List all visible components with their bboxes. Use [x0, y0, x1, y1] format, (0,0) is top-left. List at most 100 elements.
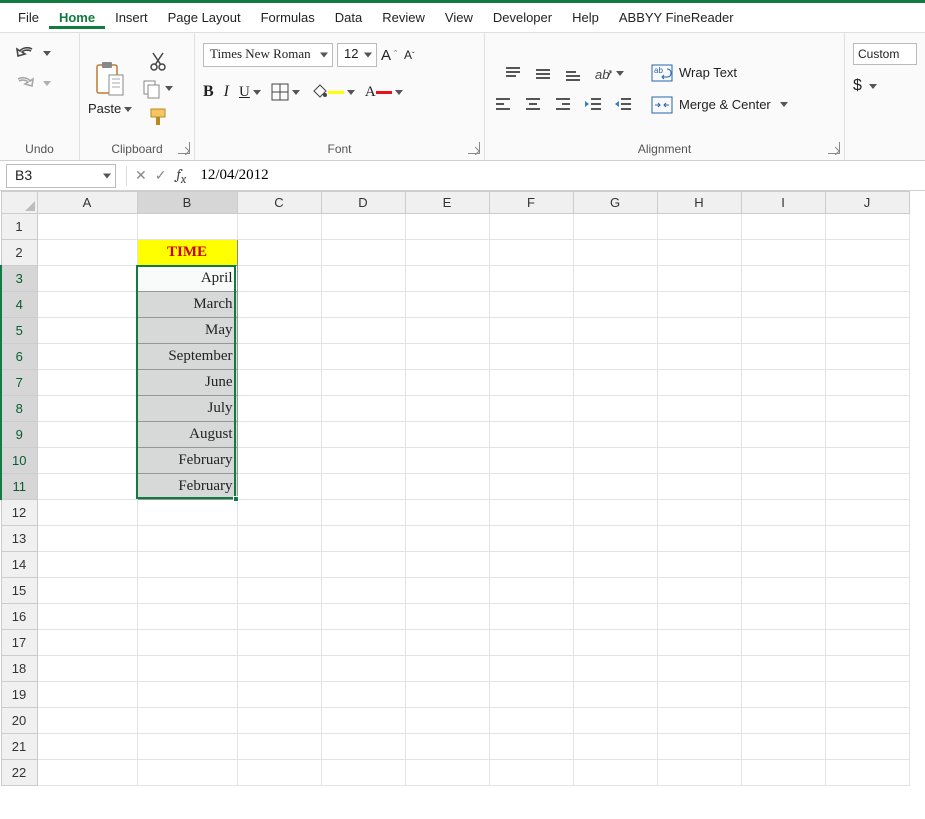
- format-painter-button[interactable]: [142, 107, 173, 127]
- tab-data[interactable]: Data: [325, 6, 372, 29]
- tab-developer[interactable]: Developer: [483, 6, 562, 29]
- paste-button[interactable]: Paste: [88, 61, 132, 116]
- align-left-button[interactable]: [493, 95, 513, 113]
- cell-B11[interactable]: February: [137, 474, 237, 500]
- formula-input[interactable]: [192, 165, 925, 186]
- tab-page-layout[interactable]: Page Layout: [158, 6, 251, 29]
- row-header-8[interactable]: 8: [1, 396, 37, 422]
- bold-button[interactable]: B: [203, 83, 214, 101]
- increase-indent-button[interactable]: [613, 96, 633, 112]
- cell-B10[interactable]: February: [137, 448, 237, 474]
- redo-button[interactable]: [14, 73, 51, 93]
- row-header-7[interactable]: 7: [1, 370, 37, 396]
- underline-button[interactable]: U: [239, 84, 261, 101]
- decrease-font-button[interactable]: Aˇ: [404, 48, 415, 62]
- tab-review[interactable]: Review: [372, 6, 435, 29]
- clipboard-dialog-launcher[interactable]: [178, 142, 190, 154]
- group-label-alignment: Alignment: [493, 138, 836, 158]
- decrease-indent-button[interactable]: [583, 96, 603, 112]
- row-header-13[interactable]: 13: [1, 526, 37, 552]
- fill-color-button[interactable]: [310, 83, 355, 101]
- tab-insert[interactable]: Insert: [105, 6, 158, 29]
- undo-button[interactable]: [14, 43, 51, 63]
- row-header-14[interactable]: 14: [1, 552, 37, 578]
- cell-B5[interactable]: May: [137, 318, 237, 344]
- row-header-10[interactable]: 10: [1, 448, 37, 474]
- tab-formulas[interactable]: Formulas: [251, 6, 325, 29]
- row-header-16[interactable]: 16: [1, 604, 37, 630]
- cell-B2-header[interactable]: TIME: [137, 240, 237, 266]
- clipboard-icon: [93, 61, 127, 99]
- row-header-22[interactable]: 22: [1, 760, 37, 786]
- cell-B3[interactable]: April: [137, 266, 237, 292]
- col-header-E[interactable]: E: [405, 192, 489, 214]
- select-all-corner[interactable]: [1, 192, 37, 214]
- row-header-9[interactable]: 9: [1, 422, 37, 448]
- merge-center-button[interactable]: Merge & Center: [651, 96, 788, 114]
- align-right-button[interactable]: [553, 95, 573, 113]
- copy-icon: [142, 79, 162, 99]
- row-header-6[interactable]: 6: [1, 344, 37, 370]
- accounting-format-button[interactable]: $: [853, 77, 862, 95]
- tab-help[interactable]: Help: [562, 6, 609, 29]
- row-header-2[interactable]: 2: [1, 240, 37, 266]
- alignment-dialog-launcher[interactable]: [828, 142, 840, 154]
- col-header-F[interactable]: F: [489, 192, 573, 214]
- col-header-H[interactable]: H: [657, 192, 741, 214]
- orientation-icon: ab: [593, 65, 613, 83]
- increase-font-button[interactable]: A＾: [381, 47, 400, 64]
- tab-home[interactable]: Home: [49, 6, 105, 29]
- svg-text:ab: ab: [654, 66, 663, 75]
- enter-button[interactable]: ✓: [151, 167, 171, 184]
- row-header-1[interactable]: 1: [1, 214, 37, 240]
- row-header-20[interactable]: 20: [1, 708, 37, 734]
- outdent-icon: [583, 96, 603, 112]
- name-box[interactable]: B3: [6, 164, 116, 188]
- cell-B9[interactable]: August: [137, 422, 237, 448]
- col-header-I[interactable]: I: [741, 192, 825, 214]
- cut-button[interactable]: [142, 51, 173, 71]
- font-color-button[interactable]: A: [365, 84, 403, 101]
- cancel-button[interactable]: ✕: [131, 167, 151, 184]
- col-header-A[interactable]: A: [37, 192, 137, 214]
- cell-B6[interactable]: September: [137, 344, 237, 370]
- cell-B4[interactable]: March: [137, 292, 237, 318]
- row-header-18[interactable]: 18: [1, 656, 37, 682]
- row-header-4[interactable]: 4: [1, 292, 37, 318]
- wrap-text-icon: ab: [651, 64, 673, 82]
- cell-B8[interactable]: July: [137, 396, 237, 422]
- scissors-icon: [149, 51, 167, 71]
- number-format-combo[interactable]: Custom: [853, 43, 917, 65]
- italic-button[interactable]: I: [224, 83, 229, 101]
- col-header-G[interactable]: G: [573, 192, 657, 214]
- row-header-21[interactable]: 21: [1, 734, 37, 760]
- row-header-17[interactable]: 17: [1, 630, 37, 656]
- align-middle-button[interactable]: [533, 65, 553, 83]
- row-header-11[interactable]: 11: [1, 474, 37, 500]
- col-header-J[interactable]: J: [825, 192, 909, 214]
- row-header-5[interactable]: 5: [1, 318, 37, 344]
- row-header-15[interactable]: 15: [1, 578, 37, 604]
- font-name-combo[interactable]: Times New Roman: [203, 43, 333, 67]
- tab-file[interactable]: File: [8, 6, 49, 29]
- tab-abbyy[interactable]: ABBYY FineReader: [609, 6, 744, 29]
- cell-B7[interactable]: June: [137, 370, 237, 396]
- align-top-button[interactable]: [503, 65, 523, 83]
- col-header-B[interactable]: B: [137, 192, 237, 214]
- col-header-C[interactable]: C: [237, 192, 321, 214]
- borders-button[interactable]: [271, 83, 300, 101]
- font-dialog-launcher[interactable]: [468, 142, 480, 154]
- copy-button[interactable]: [142, 79, 173, 99]
- col-header-D[interactable]: D: [321, 192, 405, 214]
- row-header-3[interactable]: 3: [1, 266, 37, 292]
- fx-icon[interactable]: fx: [176, 165, 186, 187]
- row-header-19[interactable]: 19: [1, 682, 37, 708]
- font-size-combo[interactable]: 12: [337, 43, 377, 67]
- tab-view[interactable]: View: [435, 6, 483, 29]
- align-bottom-button[interactable]: [563, 65, 583, 83]
- wrap-text-button[interactable]: ab Wrap Text: [651, 64, 737, 82]
- svg-text:ab: ab: [595, 67, 609, 82]
- row-header-12[interactable]: 12: [1, 500, 37, 526]
- orientation-button[interactable]: ab: [593, 65, 624, 83]
- align-center-button[interactable]: [523, 95, 543, 113]
